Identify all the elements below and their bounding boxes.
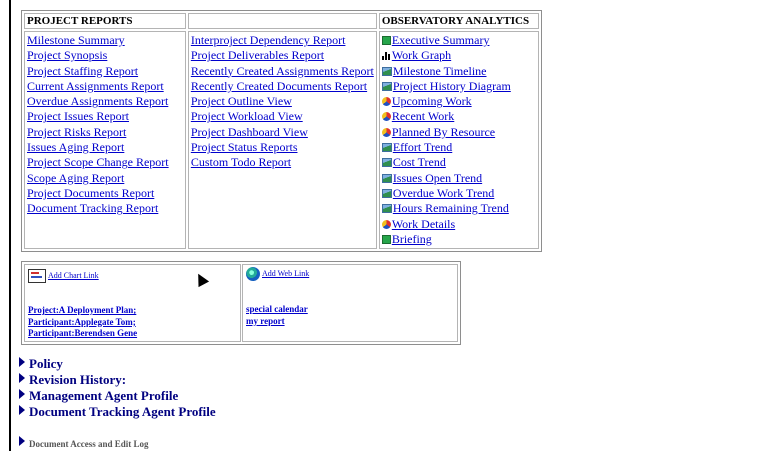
report-link[interactable]: Project Risks Report	[27, 125, 183, 140]
globe-icon	[246, 267, 260, 281]
report-link[interactable]: Document Tracking Report	[27, 201, 183, 216]
analytics-link[interactable]: Milestone Timeline	[381, 64, 536, 79]
add-chart-link[interactable]: Add Chart Link	[28, 269, 99, 283]
observatory-analytics-header: OBSERVATORY ANALYTICS	[378, 13, 539, 29]
expand-triangle-icon	[19, 405, 25, 415]
analytics-column: Executive Summary Work Graph Milestone T…	[378, 31, 539, 250]
frame-border	[9, 0, 11, 451]
analytics-link[interactable]: Hours Remaining Trend	[381, 201, 536, 216]
analytics-link[interactable]: Upcoming Work	[381, 94, 536, 109]
pie-chart-icon	[381, 97, 391, 107]
chart-links-list: Project:A Deployment Plan; Participant:A…	[28, 305, 137, 340]
pie-chart-icon	[381, 127, 391, 137]
chart-links-box: Add Chart Link Project:A Deployment Plan…	[24, 264, 241, 342]
spreadsheet-icon	[381, 234, 391, 244]
report-link[interactable]: Issues Aging Report	[27, 140, 183, 155]
more-reports-column: Interproject Dependency Report Project D…	[187, 31, 377, 250]
report-link[interactable]: Project Status Reports	[191, 140, 374, 155]
analytics-link[interactable]: Work Graph	[381, 48, 536, 63]
add-web-link[interactable]: Add Web Link	[246, 267, 309, 281]
bar-chart-icon	[381, 52, 391, 61]
spreadsheet-icon	[381, 36, 391, 45]
report-link[interactable]: Current Assignments Report	[27, 79, 183, 94]
chart-link[interactable]: Participant:Applegate Tom;	[28, 317, 137, 329]
line-chart-icon	[381, 66, 392, 76]
reports-middle-header	[187, 13, 377, 29]
report-link[interactable]: Project Staffing Report	[27, 64, 183, 79]
chart-link[interactable]: Project:A Deployment Plan;	[28, 305, 137, 317]
analytics-link[interactable]: Effort Trend	[381, 140, 536, 155]
report-link[interactable]: Project Scope Change Report	[27, 155, 183, 170]
report-link[interactable]: Project Dashboard View	[191, 125, 374, 140]
web-links-box: Add Web Link special calendar my report	[242, 264, 458, 342]
project-reports-column: Milestone Summary Project Synopsis Proje…	[24, 31, 186, 250]
report-link[interactable]: Custom Todo Report	[191, 155, 374, 170]
revision-history-expander[interactable]: Revision History:	[19, 372, 126, 388]
report-link[interactable]: Project Workload View	[191, 109, 374, 124]
analytics-link[interactable]: Cost Trend	[381, 155, 536, 170]
report-link[interactable]: Project Synopsis	[27, 48, 183, 63]
management-agent-expander[interactable]: Management Agent Profile	[19, 388, 178, 404]
line-chart-icon	[381, 143, 392, 153]
pie-chart-icon	[381, 219, 391, 229]
report-link[interactable]: Scope Aging Report	[27, 171, 183, 186]
report-link[interactable]: Recently Created Documents Report	[191, 79, 374, 94]
report-link[interactable]: Interproject Dependency Report	[191, 33, 374, 48]
policy-expander[interactable]: Policy	[19, 356, 63, 372]
chart-link[interactable]: Participant:Berendsen Gene	[28, 328, 137, 340]
report-link[interactable]: Project Issues Report	[27, 109, 183, 124]
analytics-link[interactable]: Issues Open Trend	[381, 171, 536, 186]
report-link[interactable]: Overdue Assignments Report	[27, 94, 183, 109]
line-chart-icon	[381, 158, 392, 168]
expand-triangle-icon	[19, 436, 25, 446]
line-chart-icon	[381, 173, 392, 183]
access-log-expander[interactable]: Document Access and Edit Log	[19, 436, 149, 449]
line-chart-icon	[381, 204, 392, 214]
report-link[interactable]: Project Documents Report	[27, 186, 183, 201]
report-link[interactable]: Project Deliverables Report	[191, 48, 374, 63]
line-chart-icon	[381, 188, 392, 198]
analytics-link[interactable]: Recent Work	[381, 109, 536, 124]
expand-triangle-icon	[19, 389, 25, 399]
doc-tracking-agent-expander[interactable]: Document Tracking Agent Profile	[19, 404, 216, 420]
analytics-link[interactable]: Project History Diagram	[381, 79, 536, 94]
reports-table: PROJECT REPORTS OBSERVATORY ANALYTICS Mi…	[21, 10, 542, 253]
web-link[interactable]: my report	[246, 316, 308, 328]
report-link[interactable]: Recently Created Assignments Report	[191, 64, 374, 79]
report-link[interactable]: Project Outline View	[191, 94, 374, 109]
pie-chart-icon	[381, 112, 391, 122]
expand-triangle-icon	[19, 373, 25, 383]
report-link[interactable]: Milestone Summary	[27, 33, 183, 48]
analytics-link[interactable]: Planned By Resource	[381, 125, 536, 140]
chart-link-icon	[28, 269, 46, 283]
expand-triangle-icon	[19, 357, 25, 367]
web-link[interactable]: special calendar	[246, 304, 308, 316]
web-links-list: special calendar my report	[246, 304, 308, 327]
analytics-link[interactable]: Executive Summary	[381, 33, 536, 48]
line-chart-icon	[381, 81, 392, 91]
project-reports-header: PROJECT REPORTS	[24, 13, 186, 29]
analytics-link[interactable]: Overdue Work Trend	[381, 186, 536, 201]
mouse-cursor-icon	[192, 270, 210, 288]
analytics-link[interactable]: Briefing	[381, 232, 536, 247]
links-panel: Add Chart Link Project:A Deployment Plan…	[21, 261, 461, 345]
analytics-link[interactable]: Work Details	[381, 217, 536, 232]
